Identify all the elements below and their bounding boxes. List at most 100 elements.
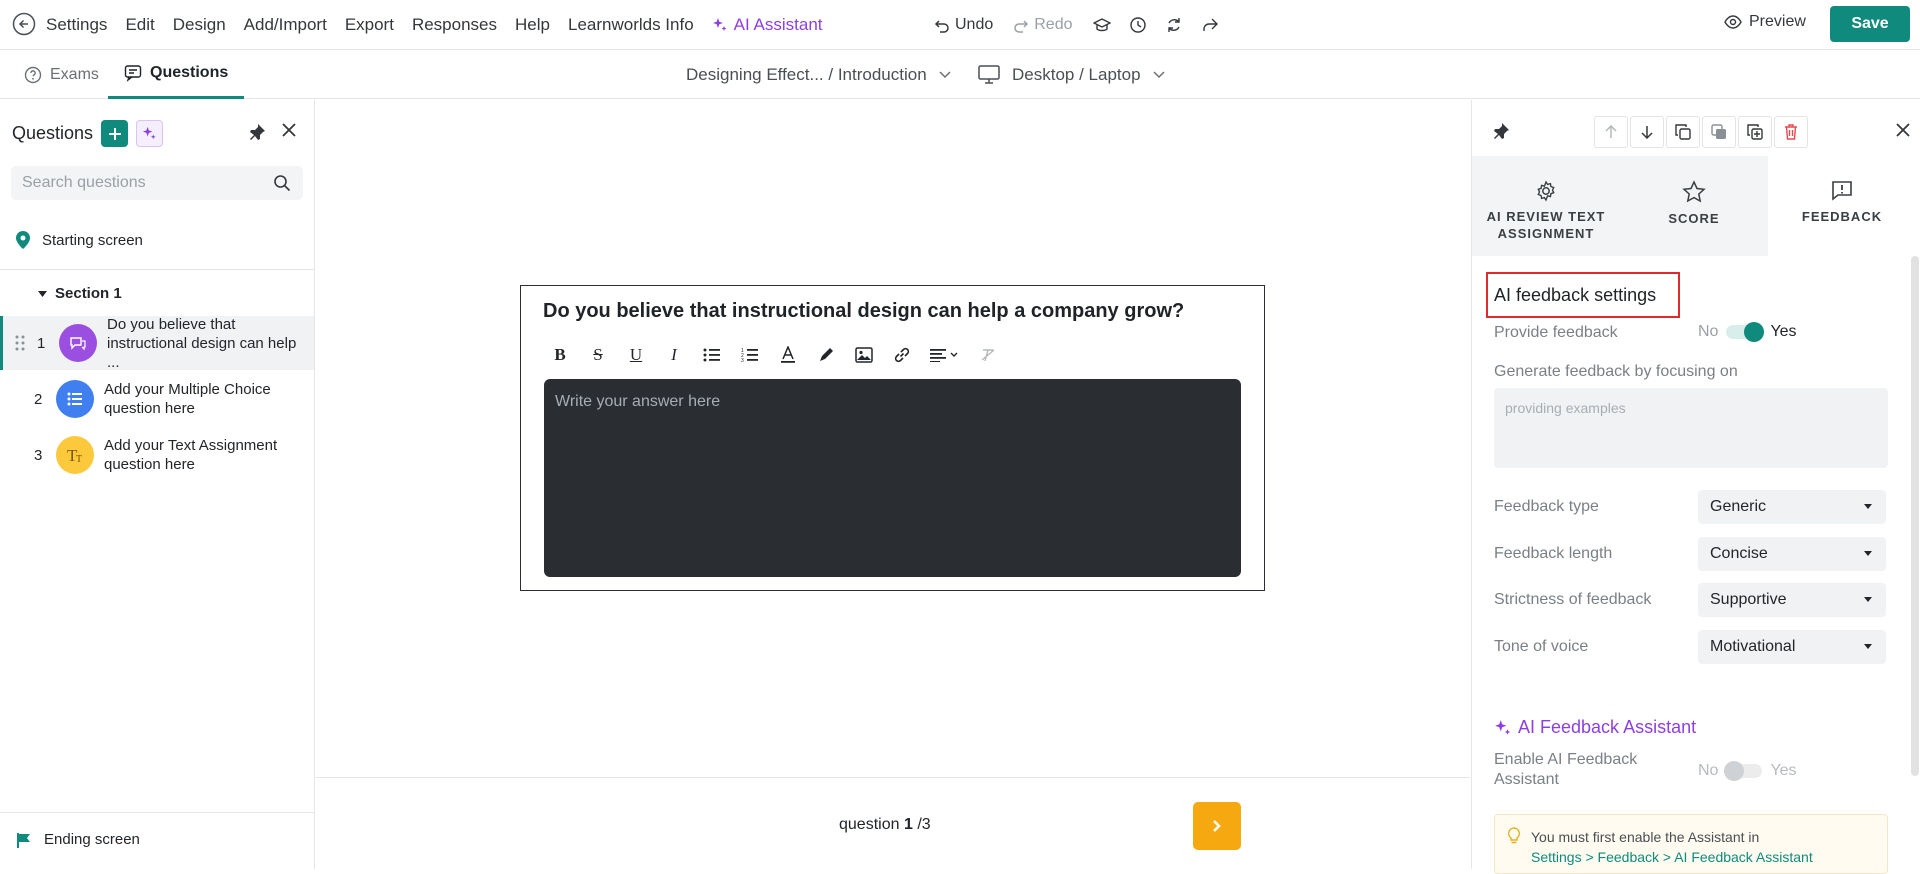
breadcrumb[interactable]: Designing Effect... / Introduction	[686, 50, 951, 99]
feedback-switch[interactable]	[1726, 322, 1765, 342]
menu-export[interactable]: Export	[345, 15, 394, 35]
question-circle-icon	[24, 66, 42, 83]
close-icon[interactable]	[282, 123, 296, 137]
tone-select[interactable]: Motivational	[1698, 630, 1886, 664]
feedback-length-select[interactable]: Concise	[1698, 537, 1886, 571]
tab-questions[interactable]: Questions	[108, 50, 245, 99]
provide-feedback-toggle[interactable]: No Yes	[1698, 322, 1797, 342]
section-header[interactable]: Section 1	[38, 285, 122, 302]
search-input[interactable]: Search questions	[11, 166, 303, 200]
underline-icon[interactable]: U	[625, 344, 647, 366]
star-icon	[1682, 180, 1706, 203]
strikethrough-icon[interactable]: S	[587, 344, 609, 366]
question-card: Do you believe that instructional design…	[520, 285, 1265, 591]
text-assignment-icon	[59, 324, 97, 362]
caret-down-icon	[38, 290, 47, 297]
menu-responses[interactable]: Responses	[412, 15, 497, 35]
menu-settings[interactable]: Settings	[46, 15, 107, 35]
device-selector[interactable]: Desktop / Laptop	[978, 50, 1165, 99]
add-copy-icon[interactable]	[1738, 116, 1772, 148]
menu-add-import[interactable]: Add/Import	[244, 15, 327, 35]
arrow-up-icon[interactable]	[1594, 116, 1628, 148]
graduation-cap-icon[interactable]	[1092, 16, 1111, 34]
question-number: 1	[37, 334, 46, 352]
question-number: 2	[34, 390, 43, 408]
gear-icon	[1537, 180, 1555, 202]
menu-design[interactable]: Design	[173, 15, 226, 35]
strictness-select[interactable]: Supportive	[1698, 583, 1886, 617]
question-title[interactable]: Do you believe that instructional design…	[543, 300, 1184, 323]
share-icon[interactable]	[1201, 16, 1219, 34]
panel-toolbar	[1472, 100, 1920, 156]
answer-textarea[interactable]: Write your answer here	[544, 379, 1241, 577]
history-clock-icon[interactable]	[1129, 16, 1147, 34]
menu-learnworlds-info[interactable]: Learnworlds Info	[568, 15, 694, 35]
question-number: 3	[34, 446, 43, 464]
image-icon[interactable]	[853, 344, 875, 366]
link-icon[interactable]	[891, 344, 913, 366]
plus-icon	[108, 127, 121, 140]
redo-button[interactable]: Redo	[1013, 16, 1073, 34]
tab-score[interactable]: SCORE	[1620, 156, 1768, 256]
toggle-yes-label: Yes	[1770, 323, 1797, 340]
history-controls: Undo Redo	[934, 0, 1237, 50]
notice-link[interactable]: Settings > Feedback > AI Feedback Assist…	[1531, 847, 1887, 867]
starting-screen-item[interactable]: Starting screen	[16, 231, 143, 249]
pin-icon[interactable]	[1492, 122, 1510, 140]
pen-icon[interactable]	[815, 344, 837, 366]
svg-text:3: 3	[741, 358, 744, 363]
text-color-icon[interactable]	[777, 344, 799, 366]
ai-generate-button[interactable]	[136, 120, 164, 147]
back-icon[interactable]	[12, 12, 36, 36]
sidebar-title: Questions	[12, 123, 94, 143]
rich-text-toolbar: B S U I 123	[549, 344, 999, 366]
trash-icon[interactable]	[1774, 116, 1808, 148]
notice-text: You must first enable the Assistant in	[1531, 829, 1760, 845]
tab-ai-review[interactable]: AI REVIEW TEXT ASSIGNMENT	[1472, 156, 1620, 256]
tab-ai-review-label: AI REVIEW TEXT ASSIGNMENT	[1486, 209, 1606, 241]
sparkle-icon	[712, 18, 727, 31]
svg-text:T: T	[76, 454, 82, 464]
flag-icon	[17, 832, 30, 848]
question-item-2[interactable]: 2 Add your Multiple Choice question here	[0, 372, 314, 426]
undo-button[interactable]: Undo	[934, 16, 993, 34]
bullet-list-icon[interactable]	[701, 344, 723, 366]
panel-scrollbar[interactable]	[1911, 256, 1919, 776]
counter-total: /3	[917, 816, 931, 833]
feedback-type-select[interactable]: Generic	[1698, 490, 1886, 524]
bold-icon[interactable]: B	[549, 344, 571, 366]
italic-icon[interactable]: I	[663, 344, 685, 366]
refresh-icon[interactable]	[1165, 16, 1183, 34]
duplicate-icon[interactable]	[1702, 116, 1736, 148]
tab-score-label: SCORE	[1668, 211, 1720, 226]
add-question-button[interactable]	[101, 120, 129, 147]
arrow-down-icon[interactable]	[1630, 116, 1664, 148]
ending-screen-item[interactable]: Ending screen	[16, 831, 140, 848]
menu-ai-assistant[interactable]: AI Assistant	[712, 15, 823, 35]
question-item-1[interactable]: 1 Do you believe that instructional desi…	[0, 316, 314, 371]
menu-help[interactable]: Help	[515, 15, 550, 35]
tab-exams[interactable]: Exams	[24, 50, 99, 99]
question-item-3[interactable]: 3 TT Add your Text Assignment question h…	[0, 428, 314, 482]
close-icon[interactable]	[1896, 123, 1910, 137]
preview-button[interactable]: Preview	[1724, 13, 1806, 31]
copy-icon[interactable]	[1666, 116, 1700, 148]
save-button[interactable]: Save	[1830, 6, 1910, 42]
align-icon[interactable]	[929, 344, 961, 366]
menu-edit[interactable]: Edit	[125, 15, 154, 35]
feedback-type-value: Generic	[1710, 498, 1767, 515]
tab-feedback[interactable]: FEEDBACK	[1768, 156, 1916, 256]
pin-icon[interactable]	[248, 123, 266, 141]
enable-assistant-toggle[interactable]: No Yes	[1698, 761, 1797, 781]
next-button[interactable]	[1193, 802, 1241, 850]
text-icon: TT	[56, 436, 94, 474]
drag-handle-icon[interactable]	[15, 335, 25, 351]
settings-panel: AI REVIEW TEXT ASSIGNMENT SCORE FEEDBACK…	[1471, 100, 1920, 874]
numbered-list-icon[interactable]: 123	[739, 344, 761, 366]
chevron-down-icon	[1153, 70, 1165, 78]
focus-textarea[interactable]: providing examples	[1494, 388, 1888, 468]
toggle-no-label: No	[1698, 762, 1719, 779]
strictness-value: Supportive	[1710, 591, 1787, 608]
assistant-switch[interactable]	[1724, 761, 1763, 781]
clear-format-icon[interactable]	[977, 344, 999, 366]
